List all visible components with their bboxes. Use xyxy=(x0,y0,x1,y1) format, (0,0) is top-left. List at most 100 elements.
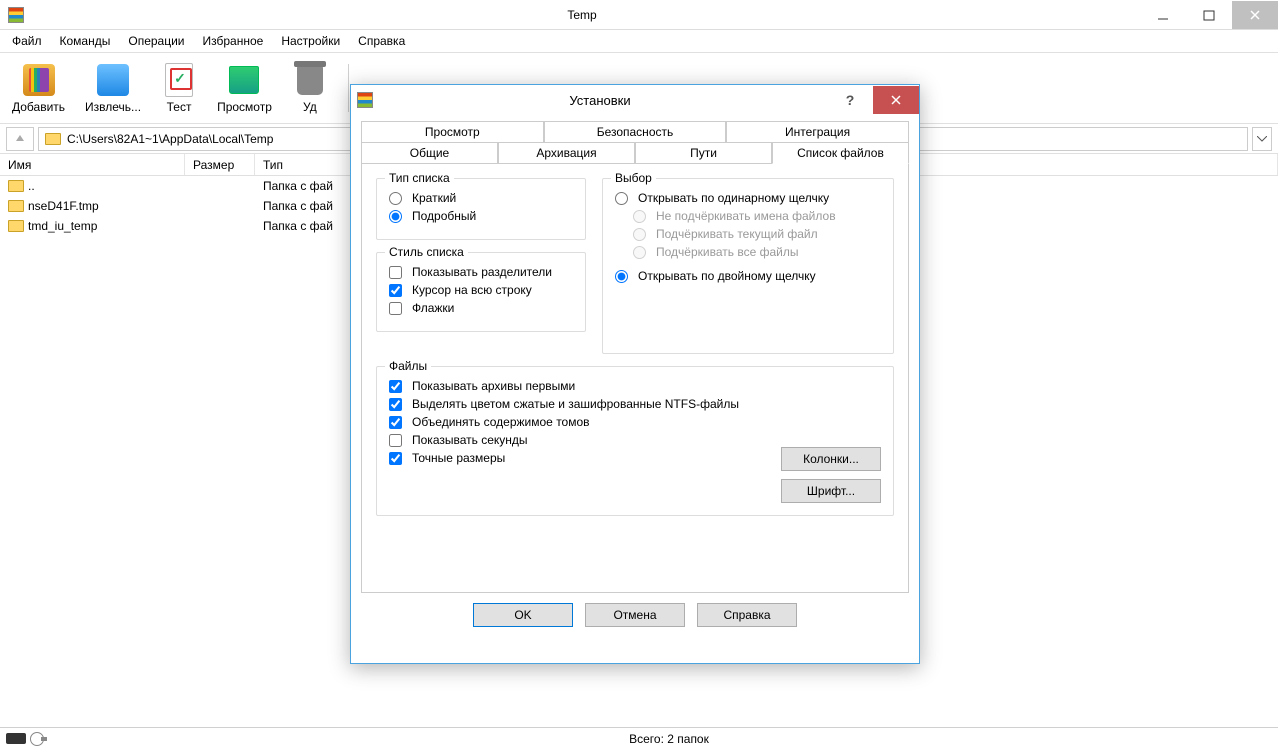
toolbar-add-label: Добавить xyxy=(12,100,65,114)
checkbox-archivesfirst-input[interactable] xyxy=(389,380,402,393)
status-drive-icon xyxy=(6,733,26,744)
fieldset-listtype: Тип списка Краткий Подробный xyxy=(376,178,586,240)
tab-security[interactable]: Безопасность xyxy=(544,121,727,143)
checkbox-highlightntfs[interactable]: Выделять цветом сжатые и зашифрованные N… xyxy=(389,397,881,411)
dialog-titlebar: Установки ? xyxy=(351,85,919,115)
checkbox-separators[interactable]: Показывать разделители xyxy=(389,265,573,279)
checkbox-showseconds-input[interactable] xyxy=(389,434,402,447)
test-icon xyxy=(165,63,193,97)
menu-file[interactable]: Файл xyxy=(4,32,50,50)
radio-doubleclick-input[interactable] xyxy=(615,270,628,283)
ok-button[interactable]: OK xyxy=(473,603,573,627)
checkbox-archivesfirst[interactable]: Показывать архивы первыми xyxy=(389,379,881,393)
checkbox-mergevolumes[interactable]: Объединять содержимое томов xyxy=(389,415,881,429)
radio-underlineall-label: Подчёркивать все файлы xyxy=(656,245,798,259)
file-name: .. xyxy=(28,179,35,193)
tabstrip: Просмотр Безопасность Интеграция Общие А… xyxy=(361,121,909,163)
close-icon xyxy=(890,94,902,106)
cancel-button[interactable]: Отмена xyxy=(585,603,685,627)
checkbox-separators-input[interactable] xyxy=(389,266,402,279)
legend-selection: Выбор xyxy=(611,171,656,185)
extract-icon xyxy=(97,64,129,96)
legend-liststyle: Стиль списка xyxy=(385,245,468,259)
menubar: Файл Команды Операции Избранное Настройк… xyxy=(0,30,1278,52)
radio-singleclick-input[interactable] xyxy=(615,192,628,205)
menu-settings[interactable]: Настройки xyxy=(273,32,348,50)
radio-brief[interactable]: Краткий xyxy=(389,191,573,205)
up-button[interactable] xyxy=(6,127,34,151)
menu-operations[interactable]: Операции xyxy=(120,32,192,50)
fieldset-files: Файлы Показывать архивы первыми Выделять… xyxy=(376,366,894,516)
tab-integration[interactable]: Интеграция xyxy=(726,121,909,143)
toolbar-add[interactable]: Добавить xyxy=(8,58,69,118)
path-dropdown-button[interactable] xyxy=(1252,127,1272,151)
view-icon xyxy=(229,66,259,94)
status-text: Всего: 2 папок xyxy=(60,732,1278,746)
minimize-button[interactable] xyxy=(1140,1,1186,29)
checkbox-checkboxes-input[interactable] xyxy=(389,302,402,315)
radio-nounderline-input xyxy=(633,210,646,223)
folder-icon xyxy=(8,220,24,232)
folder-icon xyxy=(8,200,24,212)
toolbar-delete[interactable]: Уд xyxy=(288,58,332,118)
checkbox-archivesfirst-label: Показывать архивы первыми xyxy=(412,379,575,393)
radio-underlinecurrent-input xyxy=(633,228,646,241)
column-name[interactable]: Имя xyxy=(0,154,185,175)
folder-icon xyxy=(45,133,61,145)
legend-files: Файлы xyxy=(385,359,431,373)
font-button[interactable]: Шрифт... xyxy=(781,479,881,503)
radio-doubleclick[interactable]: Открывать по двойному щелчку xyxy=(615,269,881,283)
toolbar-test-label: Тест xyxy=(167,100,192,114)
checkbox-showseconds[interactable]: Показывать секунды xyxy=(389,433,881,447)
toolbar-delete-label: Уд xyxy=(303,100,317,114)
window-title: Temp xyxy=(24,8,1140,22)
settings-dialog: Установки ? Просмотр Безопасность Интегр… xyxy=(350,84,920,664)
checkbox-fullrow[interactable]: Курсор на всю строку xyxy=(389,283,573,297)
radio-brief-input[interactable] xyxy=(389,192,402,205)
dialog-close-button[interactable] xyxy=(873,86,919,114)
tab-filelist[interactable]: Список файлов xyxy=(772,142,909,164)
menu-help[interactable]: Справка xyxy=(350,32,413,50)
checkbox-showseconds-label: Показывать секунды xyxy=(412,433,528,447)
radio-detailed[interactable]: Подробный xyxy=(389,209,573,223)
tab-archiving[interactable]: Архивация xyxy=(498,142,635,164)
tab-general[interactable]: Общие xyxy=(361,142,498,164)
column-size[interactable]: Размер xyxy=(185,154,255,175)
folder-icon xyxy=(8,180,24,192)
checkbox-separators-label: Показывать разделители xyxy=(412,265,552,279)
tab-panel-filelist: Тип списка Краткий Подробный Стиль списк… xyxy=(361,163,909,593)
menu-commands[interactable]: Команды xyxy=(52,32,119,50)
radio-singleclick[interactable]: Открывать по одинарному щелчку xyxy=(615,191,881,205)
radio-nounderline-label: Не подчёркивать имена файлов xyxy=(656,209,836,223)
radio-doubleclick-label: Открывать по двойному щелчку xyxy=(638,269,816,283)
chevron-down-icon xyxy=(1257,136,1267,142)
fieldset-liststyle: Стиль списка Показывать разделители Курс… xyxy=(376,252,586,332)
radio-underlinecurrent-label: Подчёркивать текущий файл xyxy=(656,227,818,241)
toolbar-extract[interactable]: Извлечь... xyxy=(81,58,145,118)
path-text: C:\Users\82A1~1\AppData\Local\Temp xyxy=(67,132,273,146)
menu-favorites[interactable]: Избранное xyxy=(195,32,272,50)
radio-detailed-input[interactable] xyxy=(389,210,402,223)
columns-button[interactable]: Колонки... xyxy=(781,447,881,471)
toolbar-test[interactable]: Тест xyxy=(157,58,201,118)
toolbar-view[interactable]: Просмотр xyxy=(213,58,276,118)
tab-paths[interactable]: Пути xyxy=(635,142,772,164)
radio-detailed-label: Подробный xyxy=(412,209,476,223)
up-arrow-icon xyxy=(14,133,26,145)
dialog-help-button[interactable]: ? xyxy=(827,86,873,114)
maximize-button[interactable] xyxy=(1186,1,1232,29)
delete-icon xyxy=(297,65,323,95)
checkbox-mergevolumes-input[interactable] xyxy=(389,416,402,429)
radio-underlinecurrent: Подчёркивать текущий файл xyxy=(615,227,881,241)
help-button[interactable]: Справка xyxy=(697,603,797,627)
checkbox-mergevolumes-label: Объединять содержимое томов xyxy=(412,415,590,429)
legend-listtype: Тип списка xyxy=(385,171,454,185)
checkbox-checkboxes[interactable]: Флажки xyxy=(389,301,573,315)
checkbox-exactsizes-label: Точные размеры xyxy=(412,451,505,465)
close-button[interactable] xyxy=(1232,1,1278,29)
checkbox-fullrow-input[interactable] xyxy=(389,284,402,297)
checkbox-highlightntfs-input[interactable] xyxy=(389,398,402,411)
checkbox-exactsizes-input[interactable] xyxy=(389,452,402,465)
tab-view[interactable]: Просмотр xyxy=(361,121,544,143)
checkbox-highlightntfs-label: Выделять цветом сжатые и зашифрованные N… xyxy=(412,397,739,411)
